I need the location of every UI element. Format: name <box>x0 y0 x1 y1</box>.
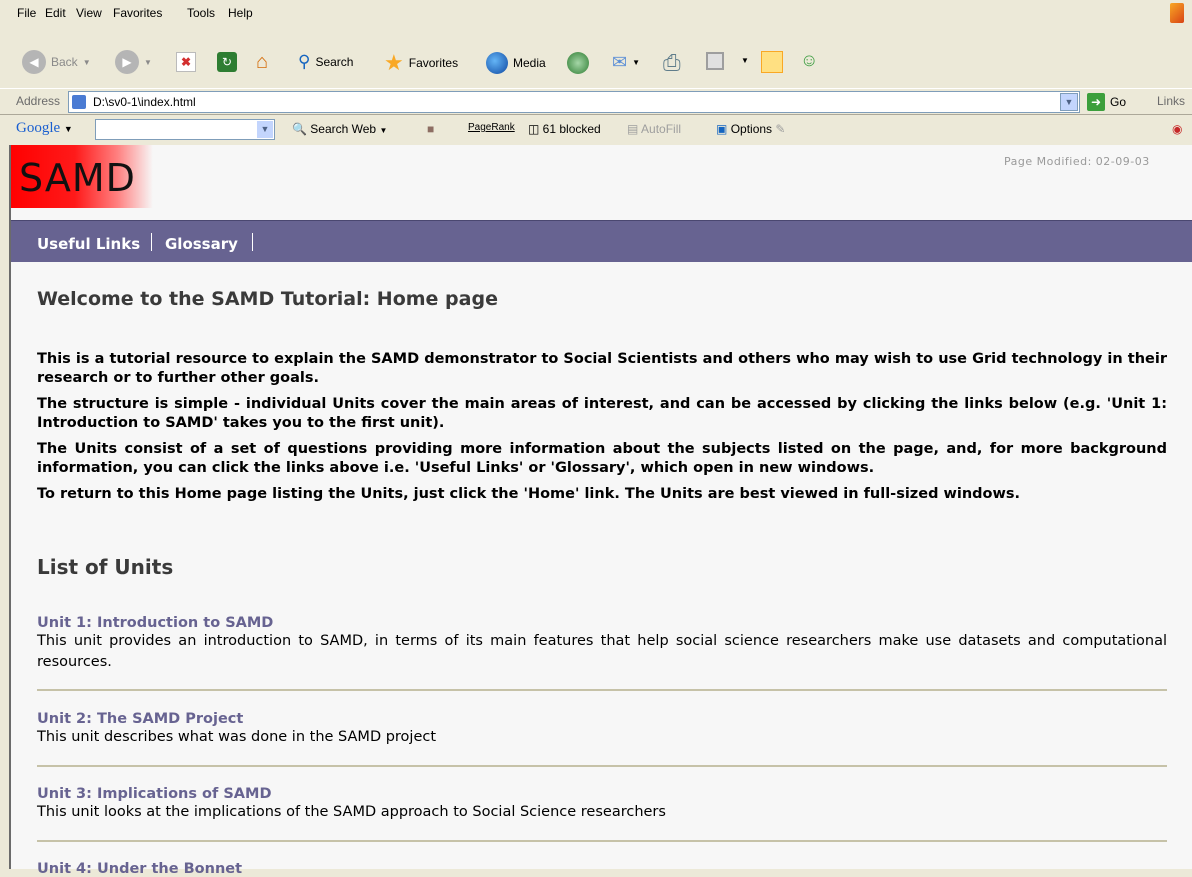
options-label: Options <box>730 122 773 136</box>
google-search-input[interactable]: ▼ <box>95 119 275 140</box>
intro-text: This is a tutorial resource to explain t… <box>37 350 1167 511</box>
site-header: SAMD Page Modified: 02-09-03 <box>11 145 1192 220</box>
address-label: Address <box>16 94 61 108</box>
menu-view[interactable]: View <box>76 6 102 20</box>
intro-paragraph: The structure is simple - individual Uni… <box>37 396 1167 431</box>
unit-item: Unit 2: The SAMD Project This unit descr… <box>37 711 1167 748</box>
print-icon[interactable]: ⎙ <box>663 50 681 76</box>
unit-item: Unit 4: Under the Bonnet <box>37 861 1167 877</box>
address-dropdown-icon[interactable]: ▼ <box>1060 93 1078 111</box>
logo-text: SAMD <box>19 156 136 200</box>
menu-bar: File Edit View Favorites Tools Help <box>0 0 1192 26</box>
popup-blocker-button[interactable]: ◫ 61 blocked <box>528 122 601 136</box>
divider <box>37 840 1167 842</box>
divider <box>37 765 1167 767</box>
edit-icon[interactable] <box>706 52 724 70</box>
media-button[interactable]: Media <box>486 52 546 74</box>
go-arrow-icon: ➜ <box>1087 93 1105 111</box>
search-web-button[interactable]: 🔍 Search Web ▼ <box>292 122 387 136</box>
nav-divider <box>252 233 253 251</box>
search-label: Search <box>315 55 354 69</box>
google-toolbar: Google ▼ ▼ 🔍 Search Web ▼ ■ PageRank ◫ 6… <box>0 116 1192 142</box>
messenger-icon[interactable]: ☺ <box>800 50 818 71</box>
unit-link[interactable]: Unit 1: Introduction to SAMD <box>37 615 1167 631</box>
search-button[interactable]: ⚲ Search <box>298 52 353 72</box>
options-icon: ▣ <box>716 122 728 136</box>
stop-icon[interactable]: ✖ <box>176 52 196 72</box>
toolbar-extra-icon[interactable]: ◉ <box>1172 122 1182 136</box>
menu-file[interactable]: File <box>17 6 36 20</box>
unit-link[interactable]: Unit 2: The SAMD Project <box>37 711 1167 727</box>
page-viewport: SAMD Page Modified: 02-09-03 Useful Link… <box>9 145 1192 877</box>
unit-description: This unit describes what was done in the… <box>37 729 437 745</box>
standard-toolbar: ◀ Back ▼ ▶ ▼ ✖ ↻ ⌂ ⚲ Search ★ Favorites Me… <box>0 34 1192 88</box>
menu-tools[interactable]: Tools <box>187 6 215 20</box>
google-logo-text: Google <box>16 120 61 136</box>
page-icon <box>72 95 86 109</box>
intro-paragraph: To return to this Home page listing the … <box>37 486 1021 502</box>
address-url: D:\sv0-1\index.html <box>93 95 196 109</box>
page-title: Welcome to the SAMD Tutorial: Home page <box>37 288 498 310</box>
address-bar: Address D:\sv0-1\index.html ▼ ➜ Go Links <box>0 88 1192 115</box>
autofill-button[interactable]: ▤ AutoFill <box>627 122 681 136</box>
back-arrow-icon: ◀ <box>22 50 46 74</box>
edit-dropdown-icon[interactable]: ▼ <box>741 56 749 65</box>
pagerank-indicator[interactable]: PageRank <box>468 122 515 133</box>
history-icon[interactable] <box>567 52 589 74</box>
options-button[interactable]: ▣ Options ✎ <box>716 122 785 136</box>
page-modified-date: Page Modified: 02-09-03 <box>1004 155 1150 168</box>
home-icon[interactable]: ⌂ <box>250 50 274 74</box>
favorites-label: Favorites <box>408 56 459 70</box>
intro-paragraph: The Units consist of a set of questions … <box>37 441 1167 476</box>
forward-button[interactable]: ▶ ▼ <box>115 50 152 74</box>
popup-blocked-count: 61 blocked <box>542 122 601 136</box>
nav-useful-links[interactable]: Useful Links <box>37 235 140 253</box>
unit-item: Unit 1: Introduction to SAMD This unit p… <box>37 615 1167 673</box>
menu-help[interactable]: Help <box>228 6 253 20</box>
go-button[interactable]: ➜ Go <box>1087 93 1126 111</box>
highlight-icon[interactable]: ✎ <box>775 122 785 136</box>
samd-logo: SAMD <box>11 145 153 208</box>
mail-icon[interactable]: ✉ ▼ <box>612 51 640 73</box>
star-icon: ★ <box>384 50 404 75</box>
back-button[interactable]: ◀ Back ▼ <box>22 50 91 74</box>
unit-description: This unit provides an introduction to SA… <box>37 633 1167 670</box>
favorites-button[interactable]: ★ Favorites <box>384 50 458 76</box>
unit-item: Unit 3: Implications of SAMD This unit l… <box>37 786 1167 823</box>
nav-divider <box>151 233 152 251</box>
unit-link[interactable]: Unit 4: Under the Bonnet <box>37 861 1167 877</box>
divider <box>37 689 1167 691</box>
site-nav: Useful Links Glossary <box>11 220 1192 262</box>
menu-favorites[interactable]: Favorites <box>113 6 162 20</box>
search-icon: ⚲ <box>298 52 311 71</box>
unit-link[interactable]: Unit 3: Implications of SAMD <box>37 786 1167 802</box>
news-icon[interactable]: ■ <box>427 122 434 136</box>
google-search-dropdown-icon[interactable]: ▼ <box>257 121 273 138</box>
windows-logo-icon <box>1170 3 1184 23</box>
media-icon <box>486 52 508 74</box>
notes-icon[interactable] <box>761 51 783 73</box>
nav-glossary[interactable]: Glossary <box>165 235 238 253</box>
search-web-label: Search Web <box>310 122 377 136</box>
unit-description: This unit looks at the implications of t… <box>37 804 666 820</box>
google-logo[interactable]: Google ▼ <box>16 120 73 137</box>
go-label: Go <box>1110 95 1127 109</box>
units-heading: List of Units <box>37 555 174 579</box>
menu-edit[interactable]: Edit <box>45 6 66 20</box>
links-button[interactable]: Links <box>1157 94 1185 108</box>
address-input[interactable]: D:\sv0-1\index.html ▼ <box>68 91 1080 113</box>
intro-paragraph: This is a tutorial resource to explain t… <box>37 351 1167 386</box>
forward-arrow-icon: ▶ <box>115 50 139 74</box>
back-label: Back <box>51 55 78 69</box>
media-label: Media <box>513 56 546 70</box>
refresh-icon[interactable]: ↻ <box>217 52 237 72</box>
autofill-label: AutoFill <box>641 122 682 136</box>
